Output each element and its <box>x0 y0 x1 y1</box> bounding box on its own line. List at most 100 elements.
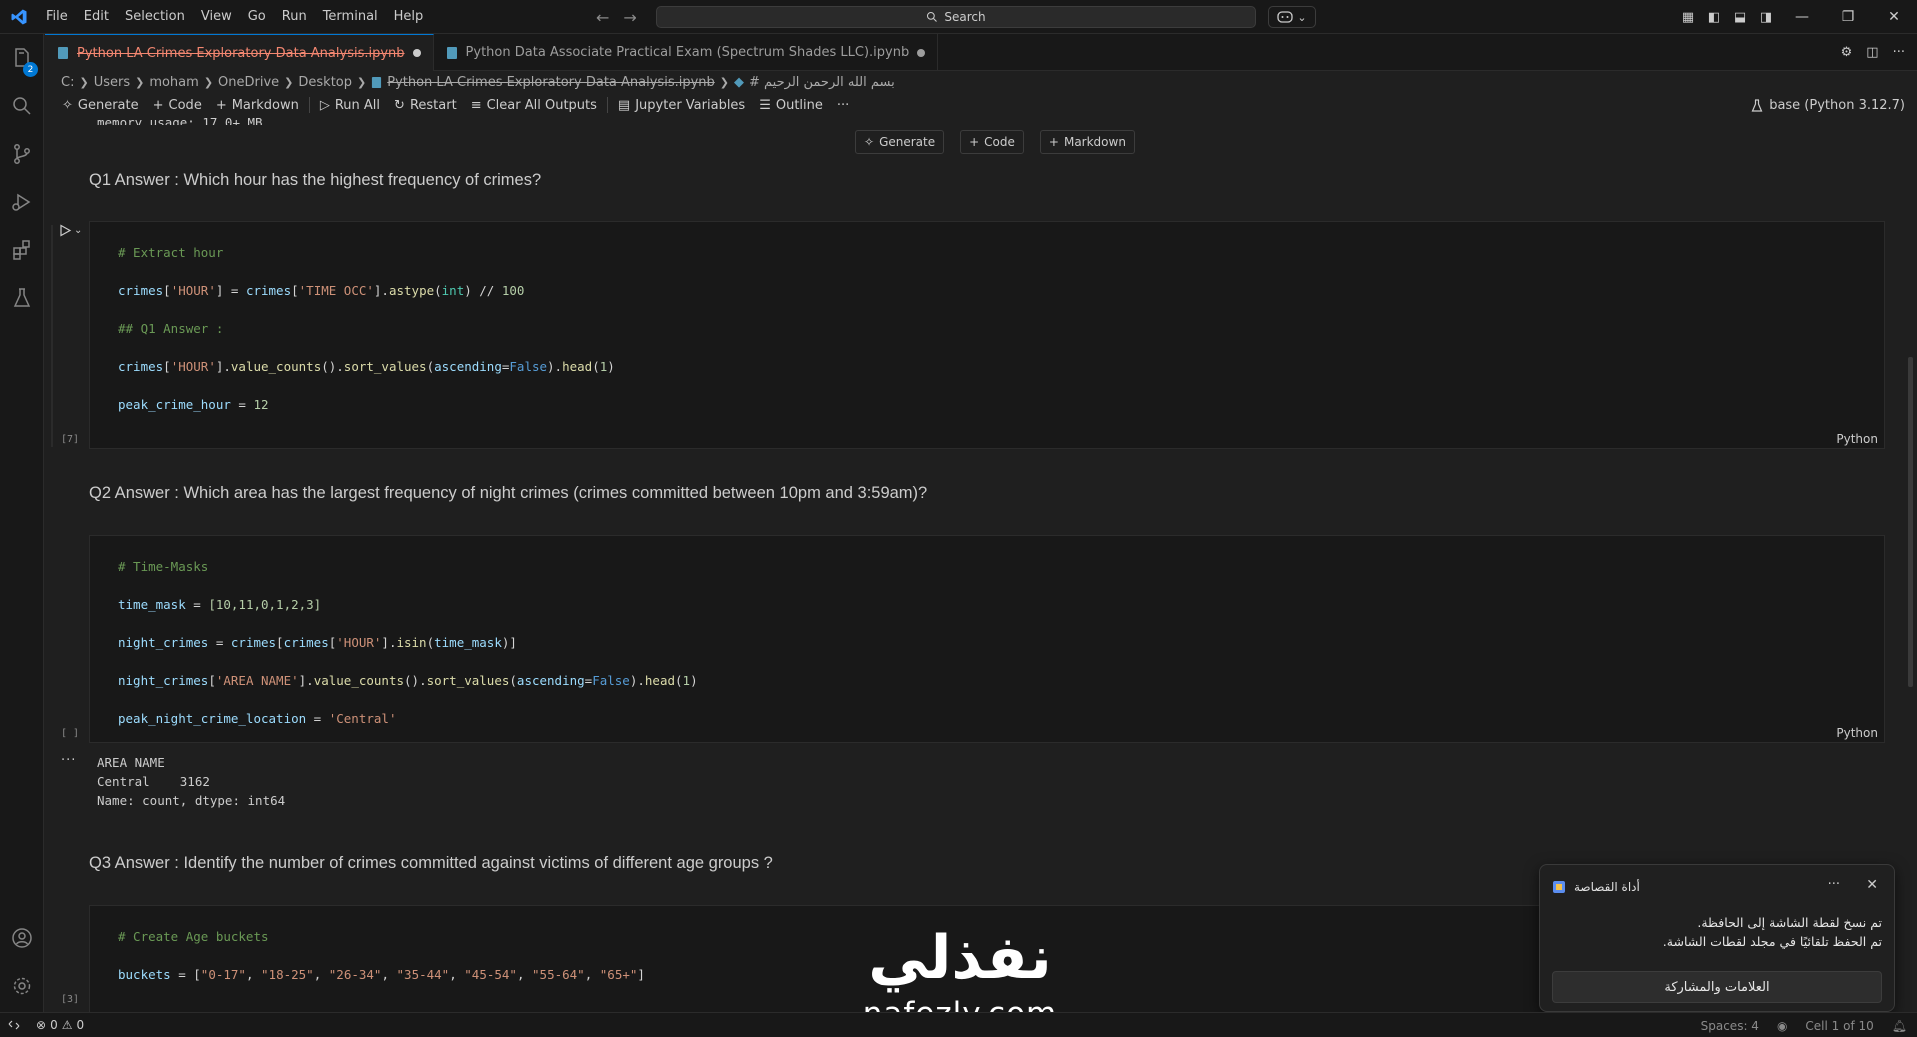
close-window-icon[interactable]: ✕ <box>1871 9 1917 25</box>
code-string: 'HOUR' <box>170 359 216 374</box>
cell-language-label[interactable]: Python <box>1836 432 1878 446</box>
code-string: "26-34" <box>328 967 382 982</box>
menu-help[interactable]: Help <box>386 0 432 34</box>
menu-selection[interactable]: Selection <box>117 0 193 34</box>
breadcrumb-drive[interactable]: C: <box>61 75 74 90</box>
run-all-icon: ▷ <box>319 97 330 113</box>
markdown-q1[interactable]: Q1 Answer : Which hour has the highest f… <box>89 171 541 190</box>
menu-view[interactable]: View <box>193 0 240 34</box>
markup-and-share-button[interactable]: العلامات والمشاركة <box>1552 971 1882 1003</box>
restore-icon[interactable]: ❐ <box>1825 9 1871 25</box>
more-options-icon[interactable]: ··· <box>1828 877 1840 892</box>
breadcrumb-desktop[interactable]: Desktop <box>298 75 352 90</box>
command-center-search[interactable]: Search <box>656 6 1256 28</box>
tab-practical-exam-notebook[interactable]: Python Data Associate Practical Exam (Sp… <box>434 34 939 71</box>
copilot-status-icon[interactable]: ◉ <box>1777 1019 1787 1033</box>
generate-button[interactable]: ✧ Generate <box>55 98 146 113</box>
clear-all-outputs-button[interactable]: ≡ Clear All Outputs <box>464 98 604 113</box>
toast-app-name: أداة القصاصة <box>1574 880 1640 894</box>
code-string: 'AREA NAME' <box>215 673 299 688</box>
kernel-picker[interactable]: base (Python 3.12.7) <box>1751 93 1905 117</box>
menu-edit[interactable]: Edit <box>76 0 117 34</box>
menu-terminal[interactable]: Terminal <box>315 0 386 34</box>
snipping-tool-icon <box>1553 881 1565 893</box>
breadcrumb-user[interactable]: moham <box>149 75 199 90</box>
add-markdown-cell-button[interactable]: + Markdown <box>209 98 306 113</box>
toolbar-more-button[interactable]: ··· <box>830 98 856 113</box>
markdown-q3[interactable]: Q3 Answer : Identify the number of crime… <box>89 854 773 873</box>
breadcrumb-users[interactable]: Users <box>94 75 130 90</box>
customize-layout-icon[interactable]: ▦ <box>1675 10 1701 25</box>
run-debug-icon[interactable] <box>0 182 44 222</box>
insert-markdown-label: Markdown <box>1063 135 1126 149</box>
vertical-scrollbar[interactable] <box>1908 357 1913 687</box>
search-view-icon[interactable] <box>0 86 44 126</box>
notebook-file-icon <box>58 47 68 59</box>
breadcrumb: C: ❯ Users ❯ moham ❯ OneDrive ❯ Desktop ❯ Pyt… <box>45 71 1917 93</box>
manage-gear-icon[interactable] <box>0 966 44 1006</box>
breadcrumb-file[interactable]: Python LA Crimes Exploratory Data Analys… <box>387 75 715 90</box>
clear-outputs-label: Clear All Outputs <box>486 97 597 113</box>
explorer-icon[interactable]: 2 <box>0 38 44 78</box>
toggle-primary-sidebar-icon[interactable]: ◧ <box>1701 10 1727 25</box>
code-string: "65+" <box>599 967 638 982</box>
toast-line-1: تم نسخ لقطة الشاشة إلى الحافظة. <box>1697 915 1882 930</box>
sparkle-icon: ✧ <box>62 97 73 113</box>
account-icon[interactable] <box>0 918 44 958</box>
insert-code-button[interactable]: + Code <box>960 130 1024 154</box>
problems-indicator[interactable]: ⊗ 0 ⚠ 0 <box>36 1018 84 1032</box>
snipping-tool-notification: أداة القصاصة ··· ✕ تم نسخ لقطة الشاشة إل… <box>1539 864 1895 1012</box>
more-label: ··· <box>836 97 850 113</box>
code-cell-2[interactable]: # Time-Masks time_mask = [10,11,0,1,2,3]… <box>89 535 1885 743</box>
indentation-indicator[interactable]: Spaces: 4 <box>1701 1019 1759 1033</box>
source-control-icon[interactable] <box>0 134 44 174</box>
tab-la-crimes-notebook[interactable]: Python LA Crimes Exploratory Data Analys… <box>45 34 434 71</box>
error-icon: ⊗ <box>36 1018 47 1032</box>
forward-arrow-icon[interactable]: → <box>623 8 636 27</box>
code-comment: # Extract hour <box>118 245 224 260</box>
back-arrow-icon[interactable]: ← <box>596 8 609 27</box>
warning-count: 0 <box>76 1018 85 1032</box>
cell-code: # Create Age buckets buckets = ["0-17", … <box>118 929 645 982</box>
jupyter-variables-button[interactable]: ▤ Jupyter Variables <box>611 98 752 113</box>
chevron-right-icon: ❯ <box>79 75 89 89</box>
code-keyword: False <box>592 673 630 688</box>
unsaved-dot-icon[interactable] <box>412 49 421 57</box>
breadcrumb-onedrive[interactable]: OneDrive <box>218 75 279 90</box>
vscode-logo-icon <box>4 0 34 34</box>
output-more-icon[interactable]: ··· <box>61 753 76 768</box>
testing-icon[interactable] <box>0 278 44 318</box>
menu-run[interactable]: Run <box>274 0 315 34</box>
remote-indicator-icon[interactable] <box>0 1013 28 1037</box>
minimize-icon[interactable]: — <box>1779 9 1825 25</box>
menu-file[interactable]: File <box>38 0 76 34</box>
breadcrumb-cell[interactable]: # بسم الله الرحمن الرحيم <box>749 75 895 90</box>
cell-position-indicator[interactable]: Cell 1 of 10 <box>1805 1019 1873 1033</box>
close-icon[interactable]: ✕ <box>1866 877 1878 893</box>
restart-button[interactable]: ↻ Restart <box>387 98 464 113</box>
code-cell-1[interactable]: # Extract hour crimes['HOUR'] = crimes['… <box>89 221 1885 449</box>
toggle-secondary-sidebar-icon[interactable]: ◨ <box>1753 10 1779 25</box>
copilot-button[interactable]: ⌄ <box>1268 6 1316 28</box>
notifications-bell-icon[interactable]: 🔔︎ <box>1892 1019 1907 1033</box>
unsaved-dot-icon[interactable] <box>917 48 926 57</box>
insert-markdown-button[interactable]: + Markdown <box>1039 130 1135 154</box>
settings-gear-icon[interactable]: ⚙ <box>1841 45 1853 60</box>
cell-run-control[interactable]: ⌄ <box>59 224 82 237</box>
outline-button[interactable]: ☰ Outline <box>752 98 830 113</box>
toggle-panel-icon[interactable]: ⬓ <box>1727 10 1753 25</box>
generate-label: Generate <box>77 97 139 113</box>
more-actions-icon[interactable]: ··· <box>1893 45 1905 60</box>
cell-language-label[interactable]: Python <box>1836 726 1878 740</box>
toast-line-2: تم الحفظ تلقائيًا في مجلد لقطات الشاشة. <box>1662 934 1882 949</box>
run-all-button[interactable]: ▷ Run All <box>313 98 387 113</box>
split-editor-icon[interactable]: ◫ <box>1866 45 1878 60</box>
menu-go[interactable]: Go <box>240 0 274 34</box>
add-code-cell-button[interactable]: + Code <box>146 98 209 113</box>
window-controls: ▦ ◧ ⬓ ◨ — ❐ ✕ <box>1675 0 1917 34</box>
code-comment: # Create Age buckets <box>118 929 269 944</box>
outline-label: Outline <box>775 97 823 113</box>
insert-generate-button[interactable]: ✧ Generate <box>855 130 945 154</box>
markdown-q2[interactable]: Q2 Answer : Which area has the largest f… <box>89 484 927 503</box>
extensions-icon[interactable] <box>0 230 44 270</box>
